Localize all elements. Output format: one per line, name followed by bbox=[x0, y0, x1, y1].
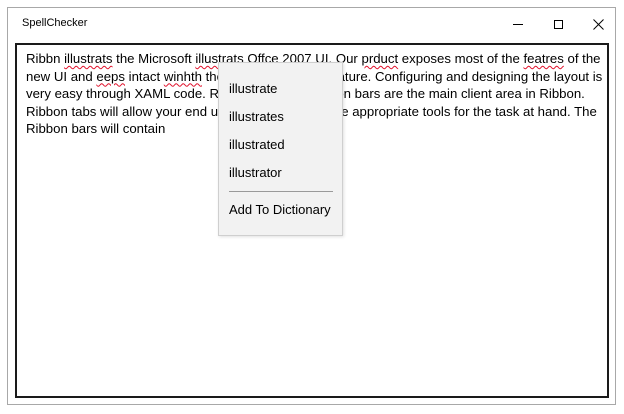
misspelled-word[interactable]: illustrats bbox=[64, 51, 112, 66]
close-icon bbox=[592, 18, 604, 30]
spellcheck-context-menu: illustrate illustrates illustrated illus… bbox=[218, 62, 343, 236]
text-run: Ribbn bbox=[26, 51, 65, 66]
misspelled-word[interactable]: featres bbox=[524, 51, 564, 66]
suggestion-item[interactable]: illustrated bbox=[229, 137, 285, 152]
add-to-dictionary-item[interactable]: Add To Dictionary bbox=[229, 202, 331, 217]
misspelled-word[interactable]: winhth bbox=[164, 69, 202, 84]
text-run: exposes most of the bbox=[398, 51, 524, 66]
maximize-button[interactable] bbox=[538, 8, 578, 40]
window-title: SpellChecker bbox=[22, 17, 88, 29]
maximize-icon bbox=[553, 19, 563, 29]
minimize-button[interactable] bbox=[498, 8, 538, 40]
close-button[interactable] bbox=[578, 8, 618, 40]
menu-separator bbox=[229, 191, 333, 192]
misspelled-word[interactable]: eeps bbox=[96, 69, 125, 84]
suggestion-item[interactable]: illustrator bbox=[229, 165, 282, 180]
title-bar[interactable]: SpellChecker bbox=[8, 8, 615, 40]
minimize-icon bbox=[513, 23, 523, 25]
suggestion-item[interactable]: illustrate bbox=[229, 81, 277, 96]
text-run: the Microsoft bbox=[112, 51, 196, 66]
misspelled-word[interactable]: prduct bbox=[361, 51, 398, 66]
text-run: intact bbox=[124, 68, 164, 84]
suggestion-item[interactable]: illustrates bbox=[229, 109, 284, 124]
